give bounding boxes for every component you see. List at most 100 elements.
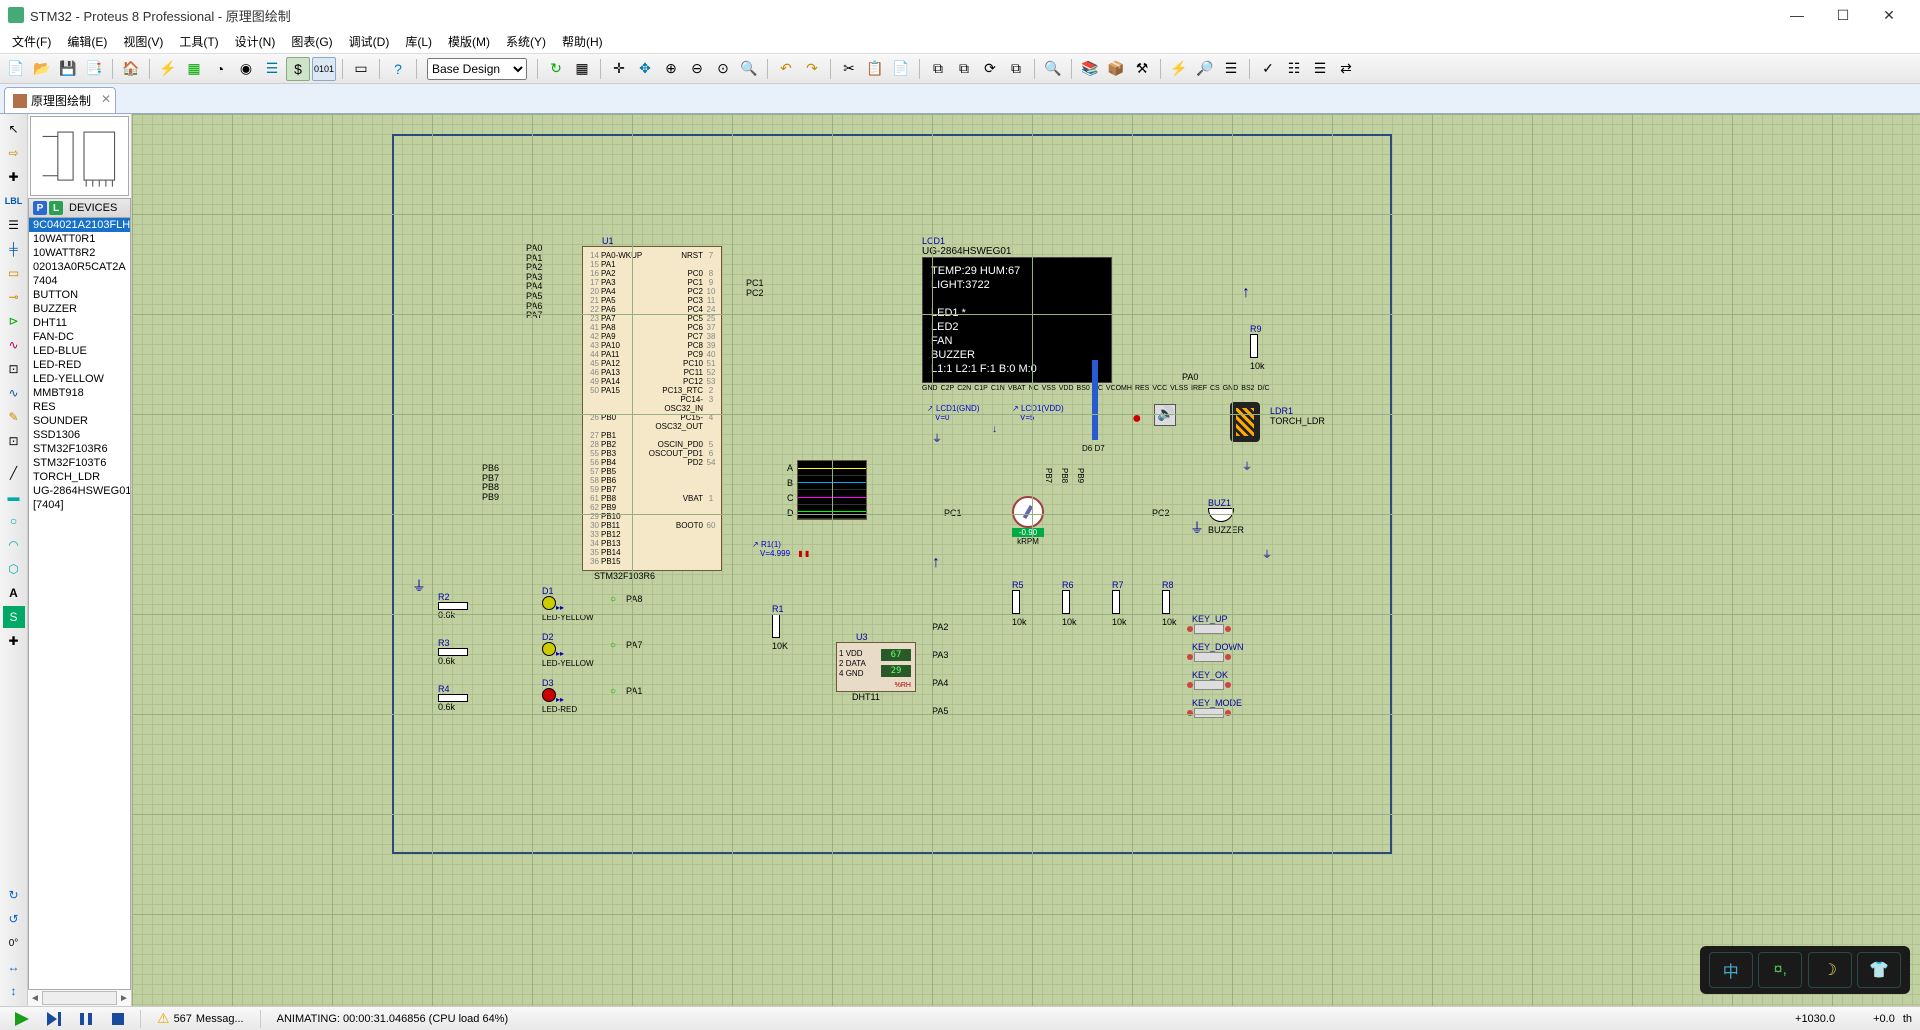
transfer-button[interactable]: ⇄	[1334, 57, 1358, 81]
pin-mode-button[interactable]: ⊳	[3, 310, 25, 332]
r9-component[interactable]	[1250, 334, 1258, 358]
led-component[interactable]	[542, 596, 556, 610]
mirror-v-button[interactable]: ↕	[3, 980, 25, 1002]
block-move-button[interactable]: ⧉	[952, 57, 976, 81]
schematic-button[interactable]: ⚡	[156, 57, 180, 81]
block-copy-button[interactable]: ⧉	[926, 57, 950, 81]
code-button[interactable]: 0101	[312, 57, 336, 81]
menu-视图[interactable]: 视图(V)	[115, 31, 171, 52]
marker-2d-button[interactable]: ✚	[3, 630, 25, 652]
led-component[interactable]	[542, 642, 556, 656]
help-button[interactable]: ?	[386, 57, 410, 81]
device-item[interactable]: SOUNDER	[29, 414, 130, 428]
library-device-button[interactable]: L	[49, 201, 63, 215]
menu-设计[interactable]: 设计(N)	[227, 31, 284, 52]
origin-button[interactable]: ✛	[607, 57, 631, 81]
tab-close-button[interactable]: ✕	[101, 92, 111, 106]
pan-button[interactable]: ✥	[633, 57, 657, 81]
close-window-button[interactable]: ✕	[1866, 0, 1912, 30]
device-list[interactable]: 9C04021A2103FLH10WATT0R110WATT8R202013A0…	[28, 218, 131, 990]
zoom-fit-button[interactable]: ⊙	[711, 57, 735, 81]
junction-mode-button[interactable]: ✚	[3, 166, 25, 188]
device-item[interactable]: UG-2864HSWEG01	[29, 484, 130, 498]
search-button[interactable]: 🔎	[1193, 57, 1217, 81]
zoom-area-button[interactable]: 🔍	[737, 57, 761, 81]
gerber-button[interactable]: ◉	[234, 57, 258, 81]
device-item[interactable]: DHT11	[29, 316, 130, 330]
design-select[interactable]: Base Design	[427, 58, 527, 80]
select-mode-button[interactable]: ↖	[3, 118, 25, 140]
step-button[interactable]	[40, 1009, 68, 1029]
home-button[interactable]: 🏠	[119, 57, 143, 81]
ldr-component[interactable]	[1230, 402, 1260, 442]
fan-motor[interactable]	[1012, 496, 1044, 528]
text-script-button[interactable]: ☰	[3, 214, 25, 236]
close-project-button[interactable]: 📑	[82, 57, 106, 81]
device-item[interactable]: FAN-DC	[29, 330, 130, 344]
menu-系统[interactable]: 系统(Y)	[498, 31, 554, 52]
graph-mode-button[interactable]: ∿	[3, 334, 25, 356]
pick-parts-button[interactable]: 🔍	[1041, 57, 1065, 81]
resistor-component[interactable]	[438, 648, 468, 656]
resistor-component[interactable]	[1062, 590, 1070, 614]
decompose-button[interactable]: ⚒	[1130, 57, 1154, 81]
rotate-cw-button[interactable]: ↻	[3, 884, 25, 906]
pick-device-button[interactable]: P	[33, 201, 47, 215]
box-2d-button[interactable]: ▬	[3, 486, 25, 508]
device-item[interactable]: STM32F103R6	[29, 442, 130, 456]
device-item[interactable]: STM32F103T6	[29, 456, 130, 470]
cut-button[interactable]: ✂	[837, 57, 861, 81]
menu-库[interactable]: 库(L)	[397, 31, 440, 52]
resistor-component[interactable]	[438, 602, 468, 610]
device-item[interactable]: BUZZER	[29, 302, 130, 316]
run-button[interactable]	[8, 1009, 36, 1029]
menu-编辑[interactable]: 编辑(E)	[59, 31, 115, 52]
device-item[interactable]: 9C04021A2103FLH	[29, 218, 130, 232]
device-item[interactable]: LED-RED	[29, 358, 130, 372]
ime-button[interactable]: 👕	[1857, 952, 1901, 988]
ime-button[interactable]: 中	[1709, 952, 1753, 988]
button-component[interactable]	[1194, 680, 1224, 690]
device-item[interactable]: TORCH_LDR	[29, 470, 130, 484]
device-item[interactable]: 02013A0R5CAT2A	[29, 260, 130, 274]
terminal-mode-button[interactable]: ⊸	[3, 286, 25, 308]
block-delete-button[interactable]: ⧉	[1004, 57, 1028, 81]
text-2d-button[interactable]: A	[3, 582, 25, 604]
dht11-component[interactable]: 1 VDD 2 DATA 4 GND 67 29 %RH	[836, 642, 916, 692]
sounder-component[interactable]	[1154, 404, 1176, 426]
led-component[interactable]	[542, 688, 556, 702]
device-item[interactable]: LED-YELLOW	[29, 372, 130, 386]
label-mode-button[interactable]: LBL	[3, 190, 25, 212]
bom-report-button[interactable]: ☰	[1308, 57, 1332, 81]
undo-button[interactable]: ↶	[774, 57, 798, 81]
menu-调试[interactable]: 调试(D)	[341, 31, 398, 52]
tool-unknown-1[interactable]: ▭	[349, 57, 373, 81]
package-button[interactable]: 📦	[1104, 57, 1128, 81]
ime-button[interactable]: ¤,	[1758, 952, 1802, 988]
paste-button[interactable]: 📄	[889, 57, 913, 81]
device-item[interactable]: 10WATT0R1	[29, 232, 130, 246]
new-file-button[interactable]: 📄	[4, 57, 28, 81]
schematic-canvas[interactable]: U1 14PA0-WKUPNRST715PA116PA2PC0817PA3PC1…	[132, 114, 1920, 1006]
grid-toggle-button[interactable]: ▦	[570, 57, 594, 81]
probe-mode-button[interactable]: ✎	[3, 406, 25, 428]
device-item[interactable]: MMBT918	[29, 386, 130, 400]
mcu-chip[interactable]: 14PA0-WKUPNRST715PA116PA2PC0817PA3PC1920…	[582, 246, 722, 571]
bom-button[interactable]: $	[286, 57, 310, 81]
device-item[interactable]: BUTTON	[29, 288, 130, 302]
maximize-button[interactable]: ☐	[1820, 0, 1866, 30]
button-component[interactable]	[1194, 708, 1224, 718]
path-2d-button[interactable]: ⬡	[3, 558, 25, 580]
stop-button[interactable]	[104, 1009, 132, 1029]
netlist-button[interactable]: ☷	[1282, 57, 1306, 81]
resistor-component[interactable]	[1112, 590, 1120, 614]
zoom-in-button[interactable]: ⊕	[659, 57, 683, 81]
subcircuit-mode-button[interactable]: ▭	[3, 262, 25, 284]
minimize-button[interactable]: —	[1774, 0, 1820, 30]
wire-autorouter-button[interactable]: ⚡	[1167, 57, 1191, 81]
symbol-2d-button[interactable]: S	[3, 606, 25, 628]
r1-component[interactable]	[772, 614, 780, 638]
refresh-button[interactable]: ↻	[544, 57, 568, 81]
button-component[interactable]	[1194, 624, 1224, 634]
redo-button[interactable]: ↷	[800, 57, 824, 81]
